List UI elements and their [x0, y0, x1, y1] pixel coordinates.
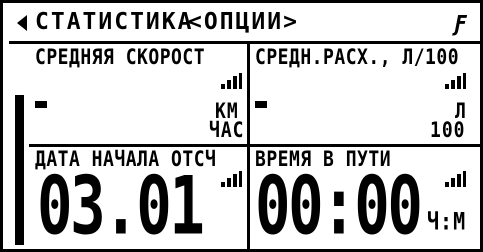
display-screen: СТАТИСТИКА <ОПЦИИ> Ƒ СРЕДНЯЯ СКОРОСТ КМ … — [0, 0, 483, 252]
signal-bars-icon — [445, 73, 466, 89]
column-divider-top — [247, 43, 250, 144]
travel-time-unit: Ч:М — [427, 206, 467, 236]
battery-icon: Ƒ — [453, 12, 467, 37]
column-divider-bottom — [247, 147, 250, 249]
header-divider — [9, 41, 480, 44]
screen-title: СТАТИСТИКА — [35, 9, 194, 35]
no-value-dash-icon — [35, 101, 47, 108]
signal-bars-icon — [221, 171, 242, 187]
signal-bars-icon — [221, 73, 242, 89]
avg-speed-label: СРЕДНЯЯ СКОРОСТ — [35, 44, 206, 70]
scrollbar[interactable] — [15, 95, 24, 245]
options-button[interactable]: <ОПЦИИ> — [188, 11, 299, 34]
signal-bars-icon — [445, 171, 466, 187]
avg-consumption-label: СРЕДН.РАСХ., Л/100 — [255, 44, 460, 70]
trip-start-value: 03.01 — [37, 158, 205, 252]
consumption-unit-denominator: 100 — [430, 117, 466, 143]
no-value-dash-icon — [255, 101, 267, 108]
speed-unit-denominator: ЧАС — [209, 117, 245, 143]
travel-time-value: 00:00 — [255, 158, 423, 252]
left-arrow-icon[interactable] — [17, 15, 27, 31]
